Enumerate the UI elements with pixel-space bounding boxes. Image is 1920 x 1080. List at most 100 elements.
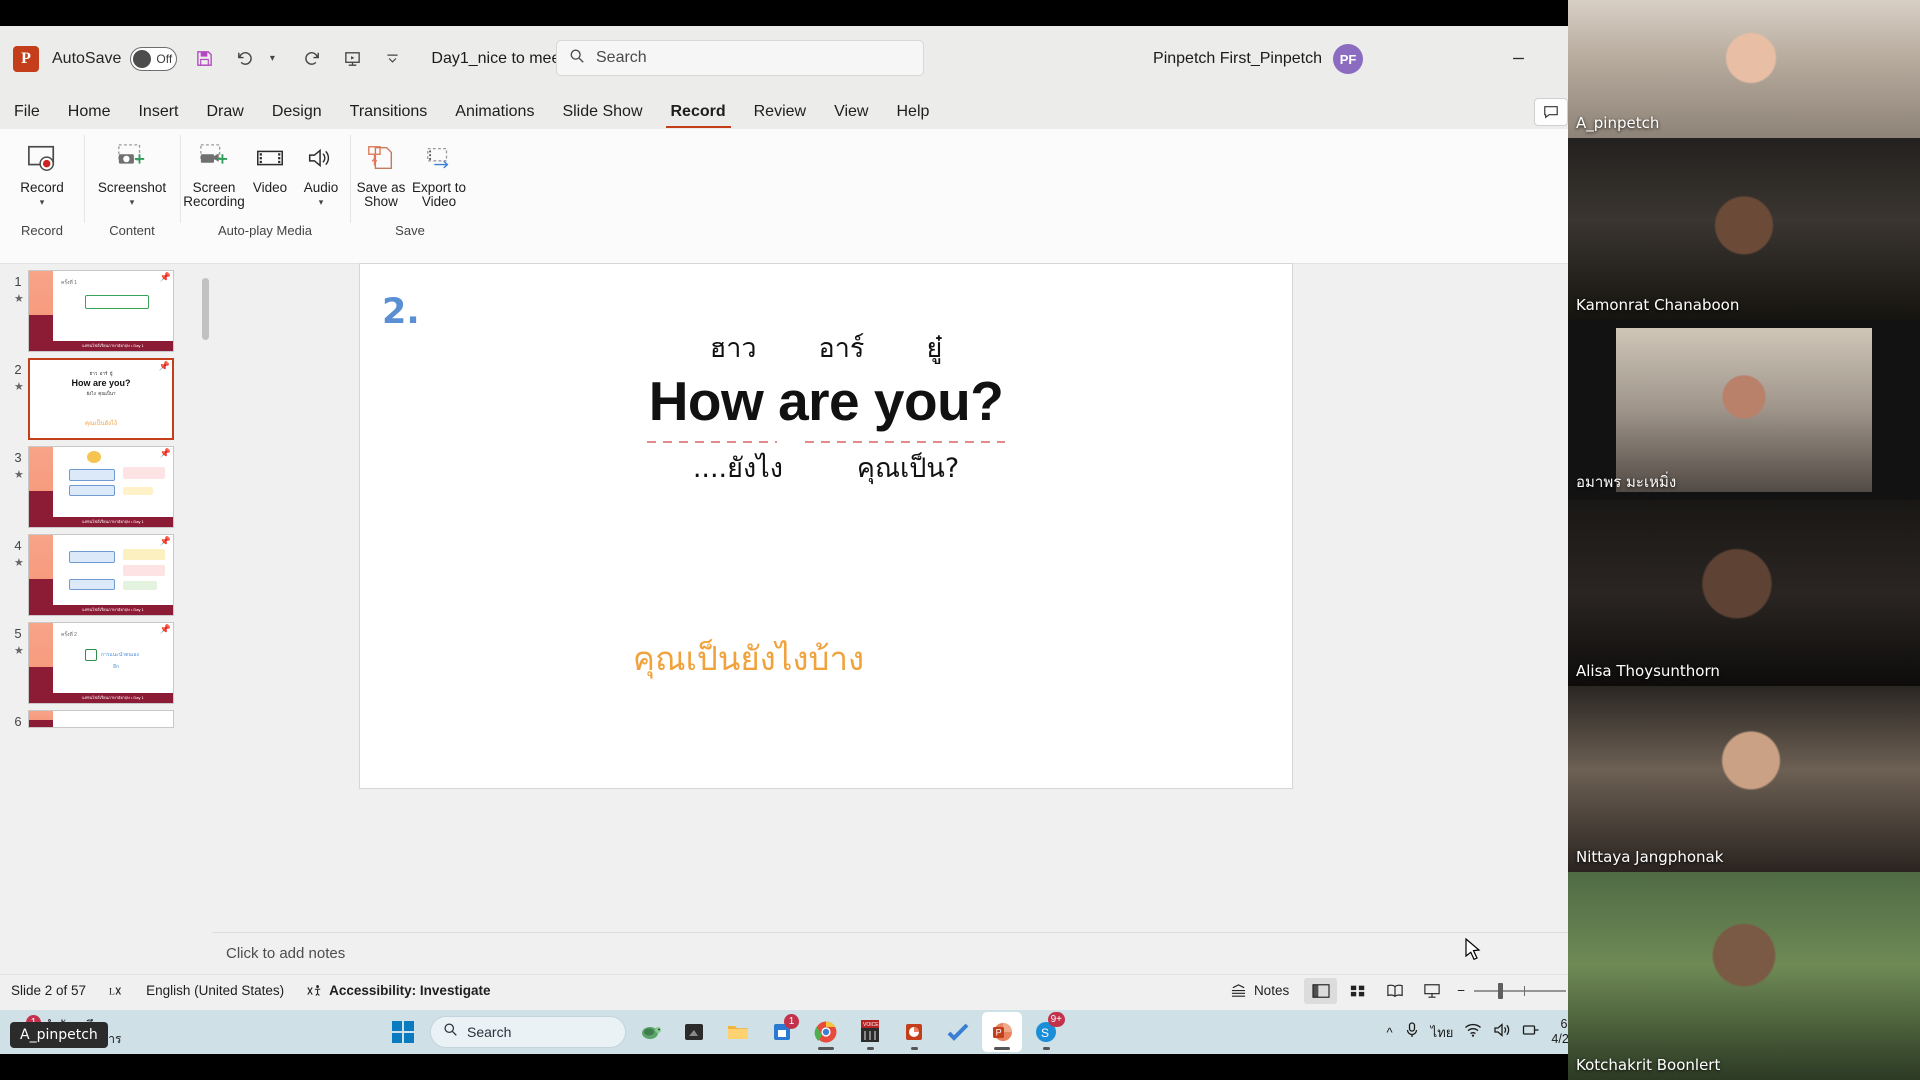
tab-transitions[interactable]: Transitions <box>336 95 442 129</box>
svg-text:S: S <box>1041 1026 1049 1040</box>
tab-insert[interactable]: Insert <box>124 95 192 129</box>
tab-view[interactable]: View <box>820 95 882 129</box>
participant-tile[interactable]: Nittaya Jangphonak <box>1568 686 1920 872</box>
taskbar-search-input[interactable]: Search <box>430 1016 626 1048</box>
volume-icon[interactable] <box>1493 1022 1511 1043</box>
powerpoint-doc-icon[interactable] <box>894 1012 934 1052</box>
thumbnail-scrollbar[interactable] <box>200 264 212 974</box>
participant-tile[interactable]: อมาพร มะเหมิ่ง <box>1568 320 1920 500</box>
spell-check-icon[interactable]: L <box>97 983 135 999</box>
slide-thumbnail[interactable]: ครั้งที่ 1 แฟรนไชส์เรียนภาษาอังกฤษ • Day… <box>28 270 174 352</box>
skype-icon[interactable]: S 9+ <box>1026 1012 1066 1052</box>
export-to-video-label: Export to Video <box>411 180 467 209</box>
language-indicator[interactable]: ไทย <box>1431 1022 1454 1043</box>
save-as-show-button[interactable]: Save as Show <box>352 133 410 209</box>
tab-animations[interactable]: Animations <box>441 95 548 129</box>
slide-thumbnail[interactable] <box>28 710 174 728</box>
start-button-icon[interactable] <box>392 1021 414 1043</box>
app-running-indicator <box>910 1047 918 1050</box>
notes-pane[interactable]: Click to add notes <box>212 932 1673 974</box>
underline-row <box>360 441 1292 443</box>
slide-thumbnail-pane[interactable]: 1 ★ ครั้งที่ 1 แฟรนไชส์เรียนภาษาอังกฤษ •… <box>0 264 212 974</box>
record-button[interactable]: Record ▾ <box>5 133 79 208</box>
search-box[interactable]: Search <box>556 40 924 76</box>
list-item[interactable]: 3 ★ แฟรนไชส์เรียนภาษาอังกฤษ • Day 1 📌 <box>8 446 212 528</box>
minimize-button[interactable] <box>1487 26 1549 91</box>
slide-thumbnail[interactable]: แฟรนไชส์เรียนภาษาอังกฤษ • Day 1 📌 <box>28 534 174 616</box>
thumbnail-number: 5 <box>14 626 22 641</box>
user-account[interactable]: Pinpetch First_Pinpetch PF <box>1153 44 1363 74</box>
language-indicator[interactable]: English (United States) <box>135 983 295 998</box>
record-chevron-icon[interactable]: ▾ <box>40 197 45 208</box>
turtle-app-icon[interactable] <box>630 1012 670 1052</box>
voicemeeter-icon[interactable]: VOICE <box>850 1012 890 1052</box>
screenshot-chevron-icon[interactable]: ▾ <box>130 197 135 208</box>
tab-file[interactable]: File <box>0 95 54 129</box>
reading-view-icon[interactable] <box>1378 978 1411 1004</box>
thumbnail-scrollbar-thumb[interactable] <box>202 278 209 340</box>
file-explorer-icon[interactable] <box>718 1012 758 1052</box>
zoom-out-button[interactable]: − <box>1452 983 1470 998</box>
thumb-art-box <box>123 565 165 576</box>
mic-icon[interactable] <box>1404 1021 1420 1044</box>
tab-review[interactable]: Review <box>740 95 820 129</box>
autosave-toggle[interactable]: Off <box>130 46 178 71</box>
start-presentation-icon[interactable] <box>339 46 365 72</box>
normal-view-icon[interactable] <box>1304 977 1338 1004</box>
network-icon[interactable] <box>1522 1022 1540 1043</box>
save-icon[interactable] <box>191 46 217 72</box>
wifi-icon[interactable] <box>1464 1022 1482 1043</box>
tab-design[interactable]: Design <box>258 95 336 129</box>
store-icon[interactable]: 1 <box>762 1012 802 1052</box>
dark-app-icon[interactable] <box>674 1012 714 1052</box>
zoom-slider-handle[interactable] <box>1498 982 1504 999</box>
shared-powerpoint-window: P AutoSave Off ▾ Day1_nice to meet... Se… <box>0 26 1673 1034</box>
thumb-art-emoji <box>87 451 101 463</box>
save-as-show-label: Save as Show <box>356 180 406 209</box>
slide-canvas[interactable]: 2. ฮาว อาร์ ยู๋ How are you? ....ยังไง ค… <box>360 264 1292 788</box>
screenshot-button[interactable]: Screenshot ▾ <box>87 133 177 208</box>
accessibility-status[interactable]: Accessibility: Investigate <box>295 983 501 999</box>
tab-draw[interactable]: Draw <box>192 95 257 129</box>
list-item[interactable]: 2 ★ ฮาว อาร์ ยู้ How are you? ยังไง คุณเ… <box>8 358 212 440</box>
chrome-icon[interactable] <box>806 1012 846 1052</box>
export-to-video-button[interactable]: Export to Video <box>410 133 468 209</box>
list-item[interactable]: 6 <box>8 710 212 729</box>
undo-icon[interactable] <box>231 46 257 72</box>
powerpoint-icon[interactable]: P <box>982 1012 1022 1052</box>
notes-placeholder: Click to add notes <box>226 945 346 962</box>
slide-thumbnail[interactable]: แฟรนไชส์เรียนภาษาอังกฤษ • Day 1 📌 <box>28 446 174 528</box>
list-item[interactable]: 1 ★ ครั้งที่ 1 แฟรนไชส์เรียนภาษาอังกฤษ •… <box>8 270 212 352</box>
notes-button[interactable]: Notes <box>1219 983 1300 998</box>
tab-record[interactable]: Record <box>657 95 740 129</box>
audio-chevron-icon[interactable]: ▾ <box>319 197 324 208</box>
undo-chevron-icon[interactable]: ▾ <box>259 46 285 72</box>
quick-access-chevron-icon[interactable] <box>379 46 405 72</box>
comments-button[interactable] <box>1533 98 1568 126</box>
slide-thumbnail[interactable]: ครั้งที่ 2 การแนะนำตนเอง อีก แฟรนไชส์เรี… <box>28 622 174 704</box>
slide-sorter-icon[interactable] <box>1341 978 1374 1004</box>
audio-button[interactable]: Audio ▾ <box>295 133 347 208</box>
tab-home[interactable]: Home <box>54 95 125 129</box>
slide-thumbnail-selected[interactable]: ฮาว อาร์ ยู้ How are you? ยังไง คุณเป็น?… <box>28 358 174 440</box>
slide-counter[interactable]: Slide 2 of 57 <box>0 983 97 998</box>
tray-expand-icon[interactable]: ^ <box>1387 1025 1393 1040</box>
participant-tile[interactable]: Kamonrat Chanaboon <box>1568 138 1920 320</box>
zoom-slider[interactable] <box>1474 980 1567 1002</box>
tab-slide-show[interactable]: Slide Show <box>548 95 656 129</box>
participant-tile[interactable]: Kotchakrit Boonlert <box>1568 872 1920 1080</box>
animation-star-icon: ★ <box>14 645 24 657</box>
video-button[interactable]: Video <box>245 133 295 195</box>
participant-name: Kamonrat Chanaboon <box>1576 296 1740 314</box>
redo-icon[interactable] <box>299 46 325 72</box>
list-item[interactable]: 5 ★ ครั้งที่ 2 การแนะนำตนเอง อีก แฟรนไชส… <box>8 622 212 704</box>
screen-recording-button[interactable]: Screen Recording <box>183 133 245 209</box>
ribbon-body: Record ▾ Record Screenshot ▾ Content Scr… <box>0 129 1673 264</box>
slide-show-icon[interactable] <box>1415 978 1448 1004</box>
participant-tile[interactable]: A_pinpetch <box>1568 0 1920 138</box>
list-item[interactable]: 4 ★ แฟรนไชส์เรียนภาษาอังกฤษ • Day 1 📌 <box>8 534 212 616</box>
participant-tile[interactable]: Alisa Thoysunthorn <box>1568 500 1920 686</box>
tab-help[interactable]: Help <box>882 95 943 129</box>
ribbon-group-autoplay-media: Screen Recording Video Audio ▾ Auto-play… <box>180 129 350 239</box>
todo-icon[interactable] <box>938 1012 978 1052</box>
